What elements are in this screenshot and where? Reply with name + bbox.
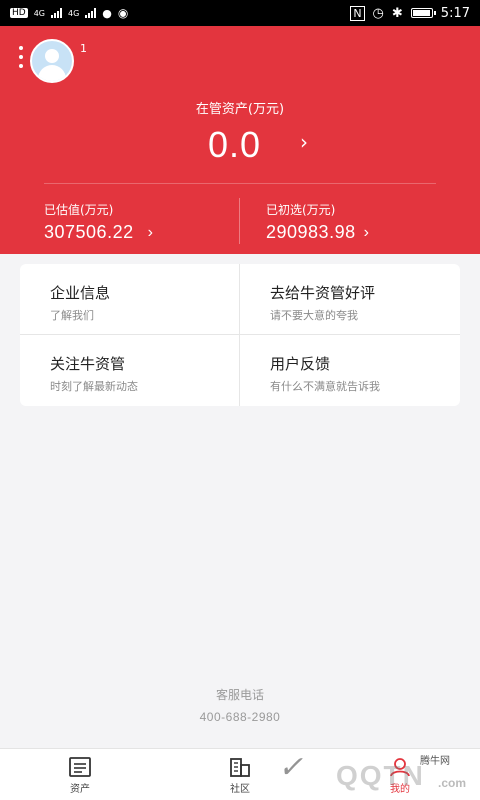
- menu-item-subtitle: 请不要大意的夸我: [270, 309, 358, 322]
- stat-selected-value-row: 290983.98 ›: [266, 222, 369, 243]
- building-icon: [230, 758, 250, 777]
- avatar-head: [45, 49, 59, 63]
- menu-item-title: 企业信息: [50, 284, 111, 302]
- menu-card: 企业信息 了解我们 去给牛资管好评 请不要大意的夸我 关注牛资管 时刻了解最新动…: [20, 264, 460, 406]
- nfc-icon: N: [350, 5, 365, 21]
- status-right: N ◷ ✱ 5:17: [350, 5, 470, 21]
- more-menu-icon[interactable]: [19, 46, 25, 68]
- battery-icon: [410, 8, 436, 18]
- tab-label: 资产: [70, 784, 90, 795]
- stat-valued-label: 已估值(万元): [44, 203, 114, 217]
- signal-1-label: 4G: [33, 8, 45, 18]
- watermark-logo-icon: ✓: [278, 750, 304, 785]
- stats-divider: [239, 198, 240, 244]
- bluetooth-icon: ✱: [391, 5, 403, 21]
- menu-item-subtitle: 时刻了解最新动态: [50, 380, 138, 393]
- stat-valued[interactable]: 已估值(万元) 307506.22 ›: [44, 201, 153, 243]
- tab-community[interactable]: 社区: [205, 757, 275, 795]
- stat-valued-value-row: 307506.22 ›: [44, 222, 153, 243]
- signal-2-icon: [85, 8, 97, 18]
- status-time: 5:17: [440, 5, 470, 21]
- header-divider: [44, 183, 436, 184]
- customer-service: 客服电话 400-688-2980: [0, 686, 480, 724]
- chevron-right-icon: ›: [363, 223, 370, 241]
- watermark-small-text: 腾牛网: [420, 756, 450, 767]
- menu-item-title: 去给牛资管好评: [270, 284, 376, 302]
- tab-assets[interactable]: 资产: [45, 757, 115, 795]
- avatar-body: [38, 65, 66, 81]
- menu-item-title: 关注牛资管: [50, 355, 126, 373]
- service-phone[interactable]: 400-688-2980: [0, 710, 480, 724]
- tab-label: 社区: [230, 784, 250, 795]
- alarm-icon: ◷: [372, 5, 384, 21]
- menu-item-rate-app[interactable]: 去给牛资管好评 请不要大意的夸我: [240, 264, 459, 334]
- status-bar: HD 4G 4G ● ◉ N ◷ ✱ 5:17: [0, 0, 480, 26]
- assets-value[interactable]: 0.0: [208, 124, 261, 166]
- menu-item-subtitle: 了解我们: [50, 309, 94, 322]
- stat-valued-value: 307506.22: [44, 222, 134, 242]
- battery-fill: [412, 10, 430, 16]
- watermark: ✓ QQTN 腾牛网 .com: [278, 746, 480, 800]
- assets-header: 1 在管资产(万元) 0.0 › 已估值(万元) 307506.22 › 已初选…: [0, 26, 480, 254]
- eye-icon: ◉: [117, 6, 129, 20]
- menu-item-title: 用户反馈: [270, 355, 331, 373]
- menu-item-subtitle: 有什么不满意就告诉我: [270, 380, 380, 393]
- service-label: 客服电话: [215, 688, 264, 702]
- chevron-right-icon[interactable]: ›: [300, 130, 308, 154]
- document-icon: [69, 757, 91, 777]
- stat-selected-label: 已初选(万元): [266, 203, 336, 217]
- avatar[interactable]: [30, 39, 74, 83]
- menu-item-feedback[interactable]: 用户反馈 有什么不满意就告诉我: [240, 335, 459, 405]
- signal-1-icon: [51, 8, 62, 18]
- watermark-brand: QQTN: [336, 760, 425, 791]
- user-name: 1: [80, 42, 87, 55]
- watermark-suffix: .com: [438, 776, 467, 790]
- stat-selected-value: 290983.98: [266, 222, 356, 242]
- menu-item-follow[interactable]: 关注牛资管 时刻了解最新动态: [20, 335, 239, 405]
- signal-2-label: 4G: [68, 8, 80, 18]
- menu-item-company-info[interactable]: 企业信息 了解我们: [20, 264, 239, 334]
- stat-selected[interactable]: 已初选(万元) 290983.98 ›: [266, 201, 369, 243]
- hd-badge: HD: [10, 8, 28, 18]
- chevron-right-icon: ›: [147, 223, 154, 241]
- chat-icon: ●: [102, 6, 112, 20]
- assets-label: 在管资产(万元): [195, 102, 285, 117]
- status-left: HD 4G 4G ● ◉: [10, 6, 128, 20]
